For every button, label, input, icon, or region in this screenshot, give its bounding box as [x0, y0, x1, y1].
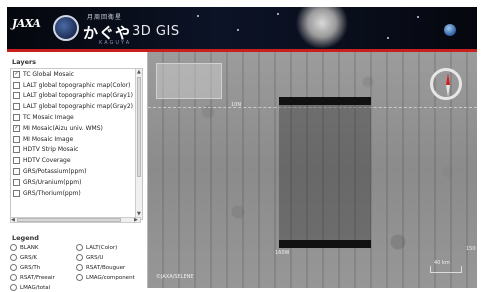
layer-checkbox[interactable] — [13, 157, 20, 165]
legend-option[interactable]: GRS/K — [10, 253, 76, 262]
radio-button[interactable] — [76, 274, 83, 281]
compass-icon[interactable] — [430, 68, 462, 100]
legend-option[interactable]: GRS/Th — [10, 263, 76, 272]
star-decoration — [197, 15, 199, 17]
layer-checkbox[interactable] — [13, 81, 20, 89]
layer-label: TC Mosaic Image — [23, 114, 74, 122]
scroll-left-icon[interactable]: ◀ — [11, 218, 15, 223]
layer-label: LALT global topographic map(Gray1) — [23, 92, 133, 100]
layer-list-vertical-scrollbar[interactable]: ▲ ▼ — [135, 69, 142, 219]
selected-tile-overlay — [279, 97, 371, 248]
layer-label: LALT global topographic map(Gray2) — [23, 103, 133, 111]
layer-list-horizontal-scrollbar[interactable]: ◀ ▶ — [10, 217, 141, 223]
legend-option-label: BLANK — [20, 244, 39, 251]
longitude-label-right: 150 — [466, 246, 476, 252]
scroll-thumb[interactable] — [17, 218, 121, 222]
scale-label: 40 km — [434, 260, 450, 266]
layer-label: HDTV Coverage — [23, 157, 71, 165]
legend-option[interactable]: LALT(Color) — [76, 243, 142, 252]
radio-button[interactable] — [76, 254, 83, 261]
layer-label: MI Mosaic(Aizu univ. WMS) — [23, 124, 103, 132]
layer-label: GRS/Potassium(ppm) — [23, 168, 87, 176]
layer-checkbox[interactable] — [13, 92, 20, 100]
scale-bar — [430, 266, 462, 273]
layer-item[interactable]: GRS/Uranium(ppm) — [11, 177, 142, 188]
compass-south-needle — [446, 85, 450, 97]
scroll-up-icon[interactable]: ▲ — [137, 70, 141, 75]
layer-label: MI Mosaic Image — [23, 135, 74, 143]
layer-checkbox[interactable] — [13, 135, 20, 143]
scroll-right-icon[interactable]: ▶ — [134, 218, 138, 223]
layer-checkbox[interactable] — [13, 168, 20, 176]
layers-heading: Layers — [12, 58, 37, 66]
layer-checkbox[interactable] — [13, 146, 20, 154]
legend-section: Legend BLANK LALT(Color) GRS/K GRS/U GRS/Th R… — [10, 234, 144, 291]
layer-item[interactable]: TC Mosaic Image — [11, 112, 142, 123]
latitude-label: 10N — [231, 102, 242, 108]
layer-item[interactable]: LALT global topographic map(Gray1) — [11, 91, 142, 102]
layer-item[interactable]: GRS/Thorium(ppm) — [11, 188, 142, 199]
legend-option[interactable]: RSAT/Freeair — [10, 273, 76, 282]
legend-heading: Legend — [12, 234, 39, 242]
layer-label: GRS/Uranium(ppm) — [23, 178, 82, 186]
star-decoration — [277, 13, 279, 15]
layer-label: GRS/Thorium(ppm) — [23, 189, 81, 197]
layer-label: HDTV Strip Mosaic — [23, 146, 79, 154]
app-header: JAXA 月周回衛星 かぐや 3D GIS KAGUYA — [7, 7, 477, 49]
radio-button[interactable] — [10, 244, 17, 251]
radio-button[interactable] — [76, 264, 83, 271]
side-panel: Layers ✓ TC Global Mosaic LALT global topo… — [7, 52, 148, 291]
layer-label: TC Global Mosaic — [23, 70, 75, 78]
radio-button[interactable] — [10, 254, 17, 261]
layer-item[interactable]: GRS/Potassium(ppm) — [11, 166, 142, 177]
layer-item[interactable]: LALT global topographic map(Gray2) — [11, 101, 142, 112]
star-decoration — [387, 37, 389, 39]
subtitle-small-text: 月周回衛星 — [87, 14, 123, 21]
legend-option[interactable]: LMAG/component — [76, 273, 142, 282]
layer-checkbox[interactable] — [13, 178, 20, 186]
scroll-thumb[interactable] — [137, 77, 141, 177]
app-title-romaji: KAGUYA — [99, 40, 132, 46]
layer-checkbox[interactable]: ✓ — [13, 124, 20, 132]
legend-option-label: RSAT/Freeair — [20, 274, 55, 281]
kaguya-emblem-icon — [53, 15, 79, 41]
layer-item[interactable]: ✓ MI Mosaic(Aizu univ. WMS) — [11, 123, 142, 134]
legend-option-label: LMAG/component — [86, 274, 135, 281]
layer-checkbox[interactable] — [13, 189, 20, 197]
radio-button[interactable] — [76, 244, 83, 251]
legend-option[interactable]: GRS/U — [76, 253, 142, 262]
legend-option[interactable]: RSAT/Bouguer — [76, 263, 142, 272]
star-decoration — [237, 29, 239, 31]
radio-button[interactable] — [10, 274, 17, 281]
legend-option-label: GRS/K — [20, 254, 38, 261]
layer-item[interactable]: ✓ TC Global Mosaic — [11, 69, 142, 80]
compass-north-needle — [446, 73, 450, 85]
legend-option-label: GRS/U — [86, 254, 104, 261]
layer-checkbox[interactable] — [13, 103, 20, 111]
app-title-suffix: 3D GIS — [132, 24, 180, 39]
layer-checkbox[interactable]: ✓ — [13, 70, 20, 78]
map-view[interactable]: 10N 160W 150 ©JAXA/SELENE 40 km — [148, 52, 477, 288]
layer-item[interactable]: LALT global topographic map(Color) — [11, 80, 142, 91]
longitude-label: 160W — [275, 250, 290, 256]
layer-item[interactable]: MI Mosaic Image — [11, 134, 142, 145]
legend-option-label: LALT(Color) — [86, 244, 118, 251]
legend-option[interactable]: BLANK — [10, 243, 76, 252]
overview-overlay — [156, 63, 222, 99]
layer-item[interactable]: HDTV Coverage — [11, 155, 142, 166]
layer-checkbox[interactable] — [13, 114, 20, 122]
earth-icon — [444, 24, 456, 36]
legend-option-label: GRS/Th — [20, 264, 41, 271]
star-decoration — [417, 16, 419, 18]
layer-item[interactable]: HDTV Strip Mosaic — [11, 145, 142, 156]
radio-button[interactable] — [10, 264, 17, 271]
legend-option-label: RSAT/Bouguer — [86, 264, 126, 271]
legend-option[interactable]: LMAG/total — [10, 283, 76, 292]
layer-list[interactable]: ✓ TC Global Mosaic LALT global topographic… — [10, 68, 143, 220]
layer-label: LALT global topographic map(Color) — [23, 81, 131, 89]
copyright-text: ©JAXA/SELENE — [156, 274, 194, 280]
jaxa-logo: JAXA — [12, 17, 41, 30]
legend-options: BLANK LALT(Color) GRS/K GRS/U GRS/Th RSAT/Bou… — [10, 243, 144, 292]
